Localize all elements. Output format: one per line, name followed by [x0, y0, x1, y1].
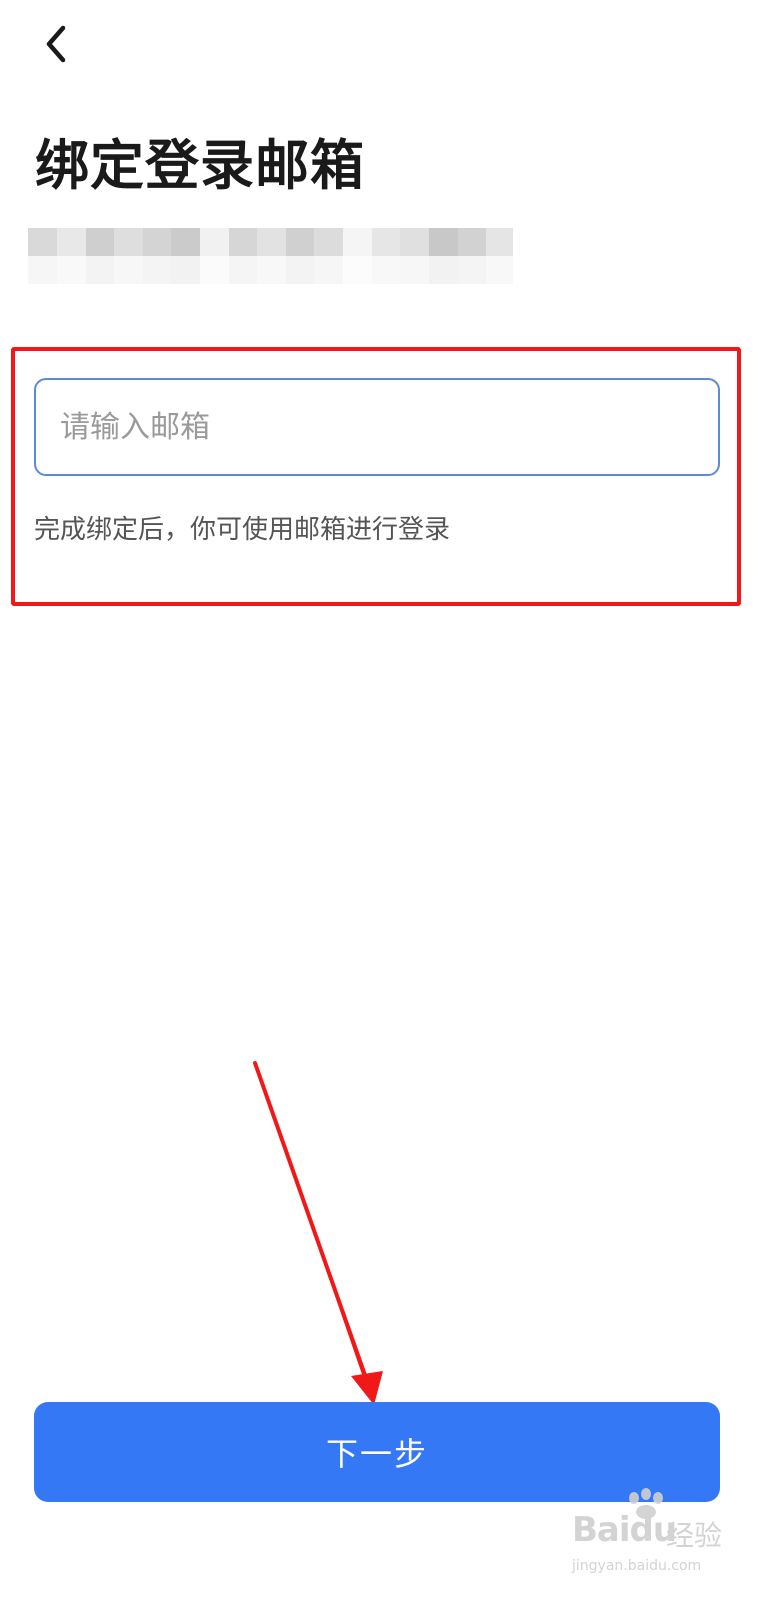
chevron-left-icon	[41, 22, 71, 66]
page-title: 绑定登录邮箱	[35, 134, 365, 197]
back-button[interactable]	[32, 20, 80, 68]
hint-text: 完成绑定后，你可使用邮箱进行登录	[34, 515, 451, 545]
watermark-logo: Baidu	[572, 1510, 677, 1550]
watermark-cn: 经验	[666, 1519, 723, 1552]
email-input[interactable]	[34, 378, 720, 476]
watermark-url: jingyan.baidu.com	[572, 1558, 702, 1574]
baidu-jingyan-watermark: Baidu 经验 jingyan.baidu.com	[572, 1488, 752, 1588]
next-step-button[interactable]: 下一步	[34, 1402, 720, 1502]
masked-account-text	[28, 228, 516, 284]
